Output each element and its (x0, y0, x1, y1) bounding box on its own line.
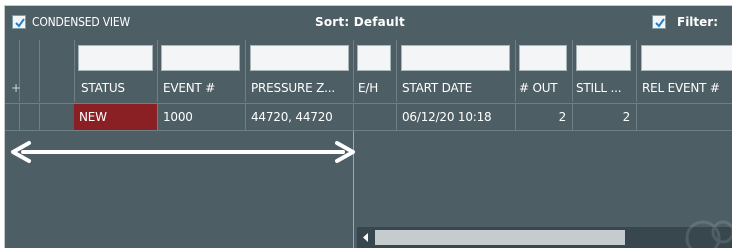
column-divider (353, 40, 354, 102)
eh-cell[interactable] (357, 104, 395, 130)
column-header-event[interactable]: EVENT # (163, 81, 215, 95)
status-filter-input[interactable] (78, 45, 153, 71)
column-divider (157, 40, 158, 102)
sort-label[interactable]: Sort: Default (315, 15, 405, 29)
checkmark-icon (15, 18, 25, 28)
column-header-status[interactable]: STATUS (81, 81, 125, 95)
column-header-eh[interactable]: E/H (358, 81, 378, 95)
status-cell[interactable]: NEW (74, 104, 157, 130)
column-header-still[interactable]: STILL ... (576, 81, 622, 95)
table-row[interactable]: NEW 1000 44720, 44720 06/12/20 10:18 2 2 (5, 103, 732, 131)
column-header-start-date[interactable]: START DATE (402, 81, 472, 95)
column-divider (572, 40, 573, 102)
pressure-zone-cell[interactable]: 44720, 44720 (251, 104, 351, 130)
watermark-logo (685, 220, 732, 248)
triangle-left-icon[interactable] (360, 230, 372, 245)
event-filter-input[interactable] (161, 45, 240, 71)
start-date-cell[interactable]: 06/12/20 10:18 (402, 104, 514, 130)
scrollbar-thumb[interactable] (375, 230, 625, 245)
eh-filter-input[interactable] (357, 45, 391, 71)
column-header-out[interactable]: # OUT (519, 81, 558, 95)
double-headed-arrow-icon (11, 141, 355, 163)
still-filter-input[interactable] (576, 45, 631, 71)
column-divider (396, 40, 397, 102)
column-divider (245, 104, 246, 130)
expand-all-header[interactable]: + (11, 81, 21, 95)
column-header-pressure-zone[interactable]: PRESSURE Z... (251, 81, 335, 95)
column-divider (39, 40, 40, 102)
column-divider (636, 104, 637, 130)
column-divider (396, 104, 397, 130)
event-grid-panel: CONDENSED VIEW Sort: Default Filter: + S… (4, 5, 732, 248)
checkmark-icon (655, 18, 665, 28)
grid-screenshot: CONDENSED VIEW Sort: Default Filter: + S… (0, 0, 732, 248)
column-divider (515, 40, 516, 102)
column-divider (74, 40, 75, 102)
filter-checkbox[interactable] (652, 15, 666, 29)
column-divider (157, 104, 158, 130)
column-divider (19, 104, 20, 130)
event-cell[interactable]: 1000 (163, 104, 243, 130)
column-header-rel-event[interactable]: REL EVENT # (642, 81, 720, 95)
column-divider (245, 40, 246, 102)
condensed-view-checkbox[interactable] (12, 15, 26, 29)
condensed-view-label: CONDENSED VIEW (32, 15, 130, 29)
out-cell[interactable]: 2 (516, 104, 572, 130)
column-divider (39, 104, 40, 130)
pressure-zone-filter-input[interactable] (250, 45, 349, 71)
column-divider (353, 104, 354, 130)
rel-event-cell[interactable] (642, 104, 732, 130)
rel-event-filter-input[interactable] (641, 45, 732, 71)
grid-toolbar: CONDENSED VIEW Sort: Default Filter: (5, 6, 732, 40)
start-date-filter-input[interactable] (401, 45, 510, 71)
column-divider (636, 40, 637, 102)
column-header-area: + STATUS EVENT # PRESSURE Z... E/H START… (5, 40, 732, 102)
out-filter-input[interactable] (519, 45, 567, 71)
filter-label: Filter: (677, 15, 719, 29)
still-cell[interactable]: 2 (573, 104, 636, 130)
